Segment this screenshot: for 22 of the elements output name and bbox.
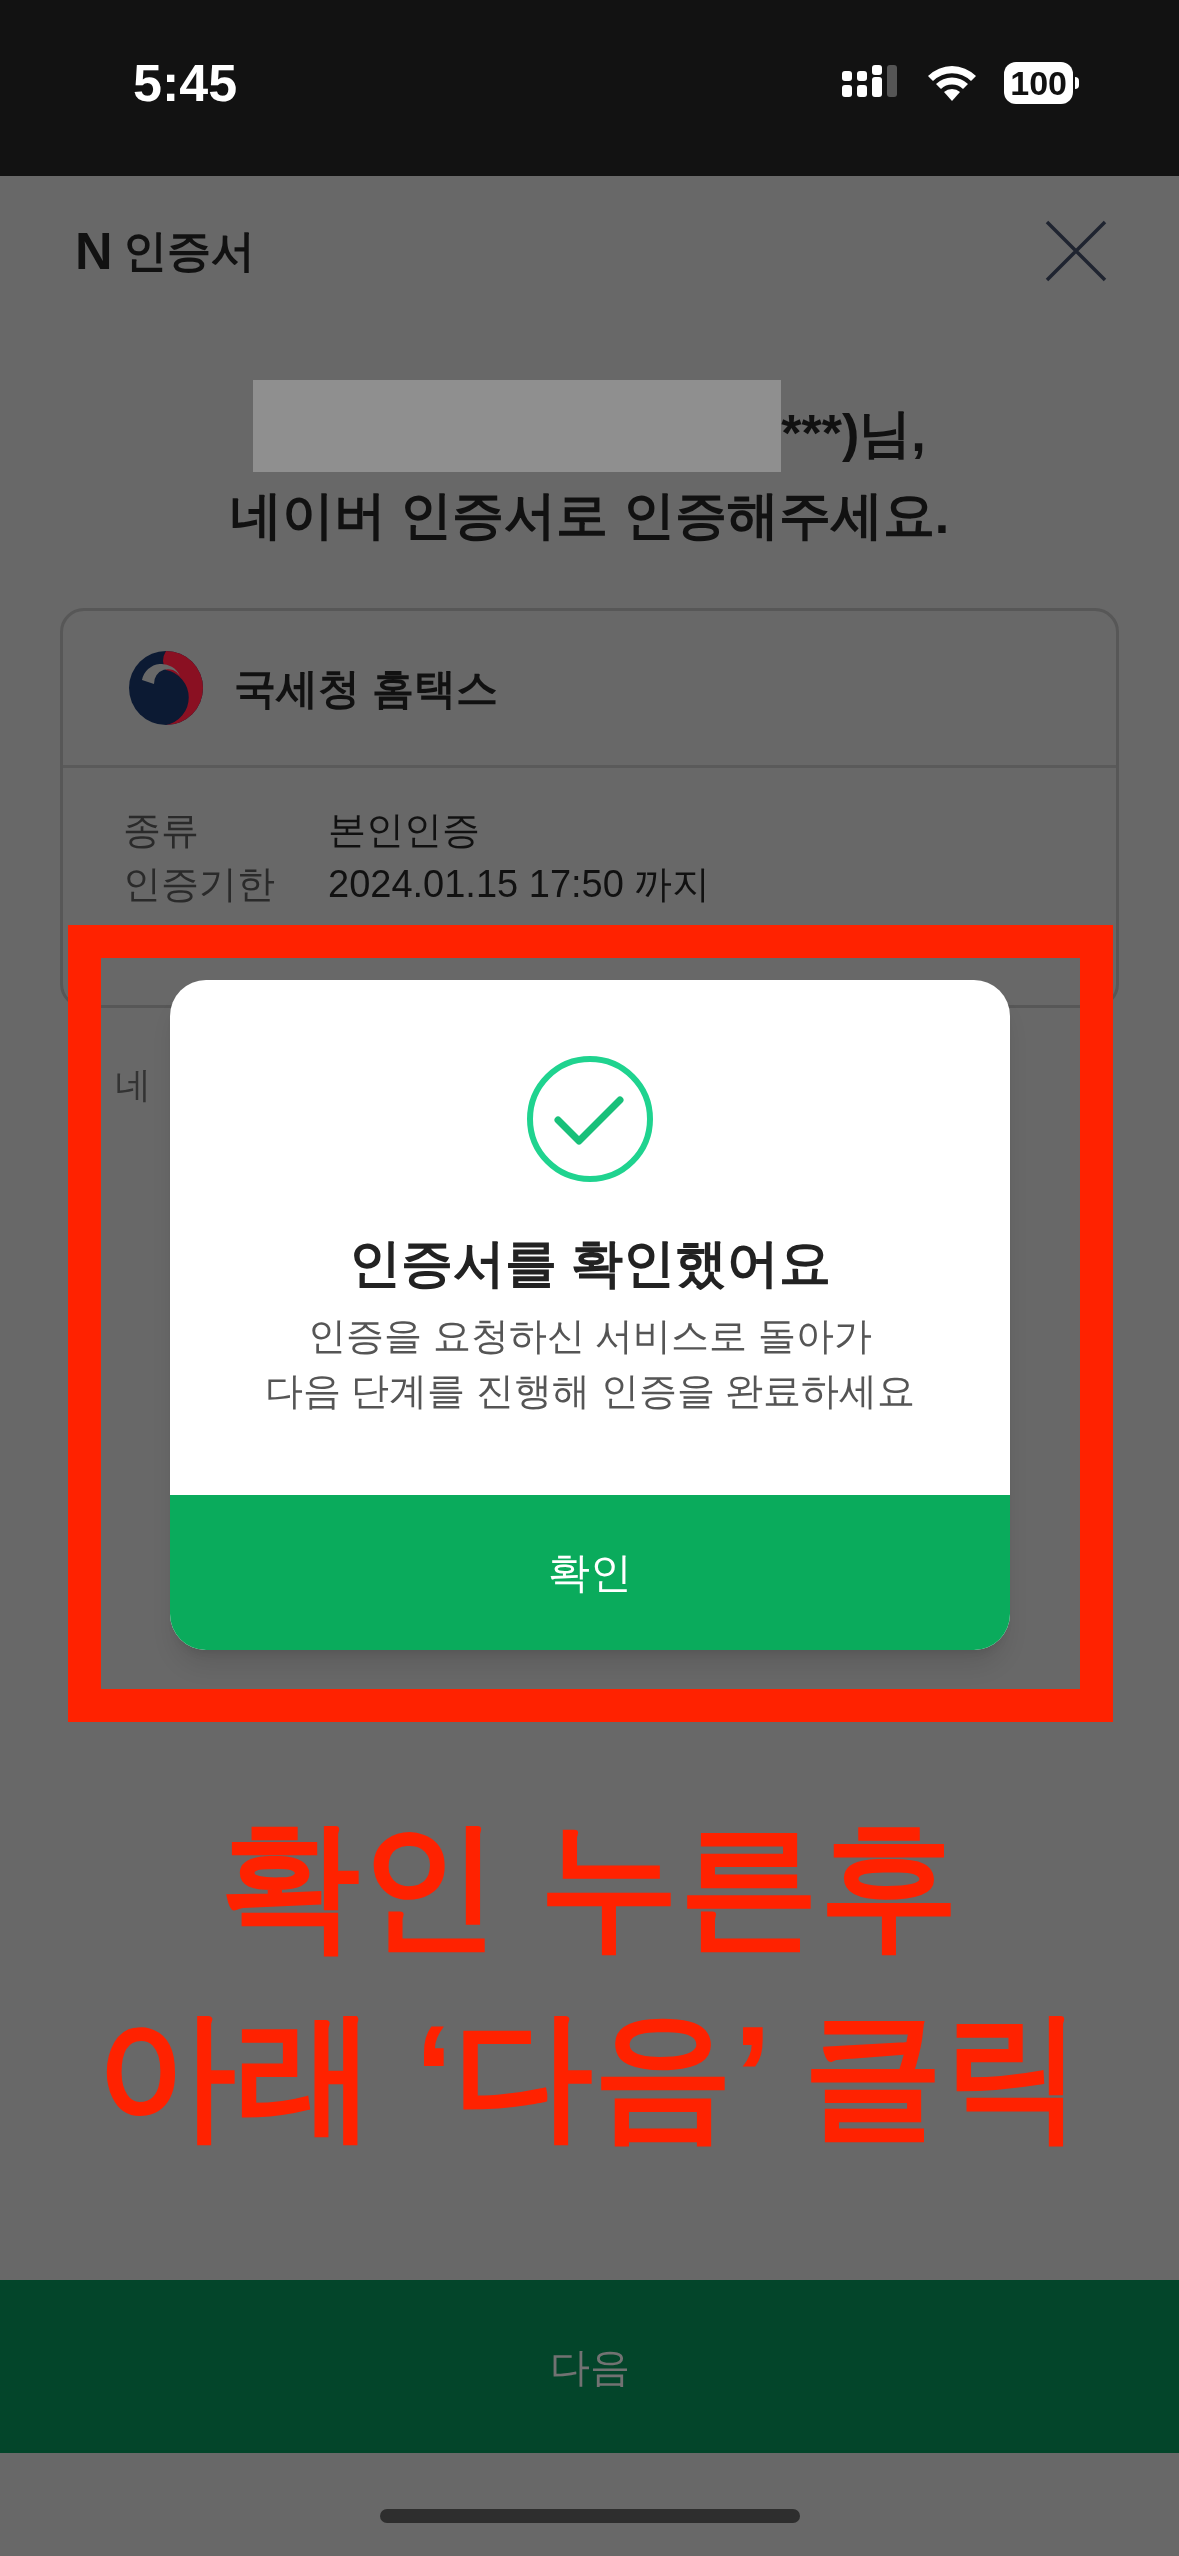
row-label: 종류 <box>123 807 200 853</box>
dialog-message: 인증을 요청하신 서비스로 돌아가 <box>308 1314 872 1359</box>
dialog-title: 인증서를 확인했어요 <box>348 1233 832 1294</box>
annotation-text: 확인 누른후 <box>220 1805 959 1965</box>
emblem-icon <box>128 650 204 726</box>
service-name: 국세청 홈택스 <box>234 663 498 714</box>
greeting-text: ***)님, <box>781 403 926 464</box>
confirm-button[interactable]: 확인 <box>170 1495 1010 1650</box>
next-button[interactable]: 다음 <box>0 2280 1179 2453</box>
row-label: 인증기한 <box>123 861 276 907</box>
wifi-icon <box>926 63 979 103</box>
dialog-message: 다음 단계를 진행해 인증을 완료하세요 <box>264 1369 916 1414</box>
app-title: 인증서 <box>122 229 255 273</box>
close-icon[interactable] <box>1045 220 1107 282</box>
battery-icon: 100 <box>1004 62 1073 104</box>
row-value: 2024.01.15 17:50 까지 <box>328 861 711 907</box>
logo-mark: N <box>75 225 113 277</box>
annotation-text: 아래 ‘다음’ 클릭 <box>95 1995 1084 2155</box>
clock-time: 5:45 <box>133 53 238 114</box>
greeting-text: 네이버 인증서로 인증해주세요. <box>229 485 950 546</box>
row-value: 본인인증 <box>328 807 480 853</box>
check-circle-icon <box>526 1055 654 1183</box>
